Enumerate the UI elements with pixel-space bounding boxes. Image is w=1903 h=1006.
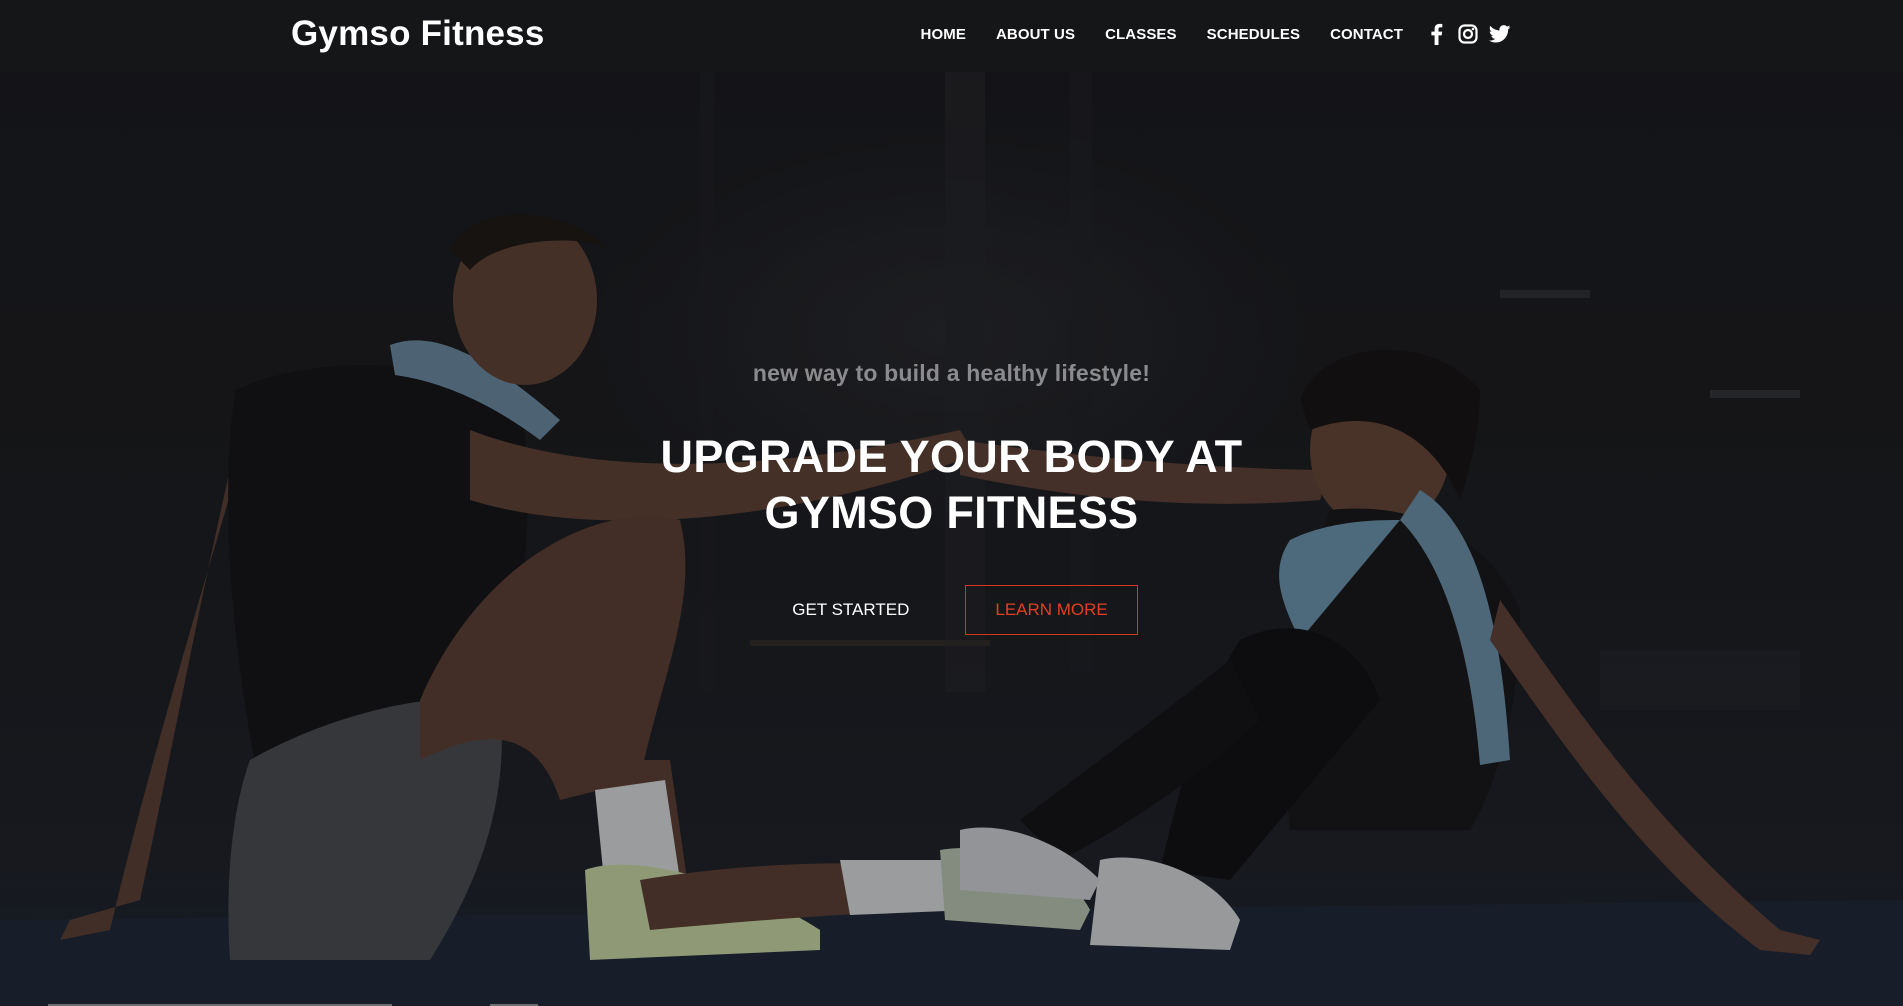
facebook-icon[interactable] xyxy=(1425,23,1447,45)
nav-item-about-us[interactable]: ABOUT US xyxy=(996,26,1075,43)
nav-item-schedules[interactable]: SCHEDULES xyxy=(1207,26,1300,43)
learn-more-button[interactable]: LEARN MORE xyxy=(965,585,1138,635)
twitter-icon[interactable] xyxy=(1489,23,1511,45)
page: Gymso Fitness HOME ABOUT US CLASSES SCHE… xyxy=(0,0,1903,1006)
social-links xyxy=(1425,23,1511,45)
get-started-button[interactable]: GET STARTED xyxy=(765,585,936,635)
nav-item-classes[interactable]: CLASSES xyxy=(1105,26,1177,43)
hero-tagline: new way to build a healthy lifestyle! xyxy=(752,360,1151,386)
nav-item-home[interactable]: HOME xyxy=(921,26,966,43)
hero-content: new way to build a healthy lifestyle! UP… xyxy=(0,360,1903,635)
navbar: Gymso Fitness HOME ABOUT US CLASSES SCHE… xyxy=(0,0,1903,72)
brand-logo[interactable]: Gymso Fitness xyxy=(291,14,545,54)
nav-item-contact[interactable]: CONTACT xyxy=(1330,26,1403,43)
instagram-icon[interactable] xyxy=(1457,23,1479,45)
nav-links: HOME ABOUT US CLASSES SCHEDULES CONTACT xyxy=(921,23,1511,45)
hero-cta-row: GET STARTED LEARN MORE xyxy=(0,585,1903,635)
hero-headline: UPGRADE YOUR BODY AT GYMSO FITNESS xyxy=(660,431,1243,538)
